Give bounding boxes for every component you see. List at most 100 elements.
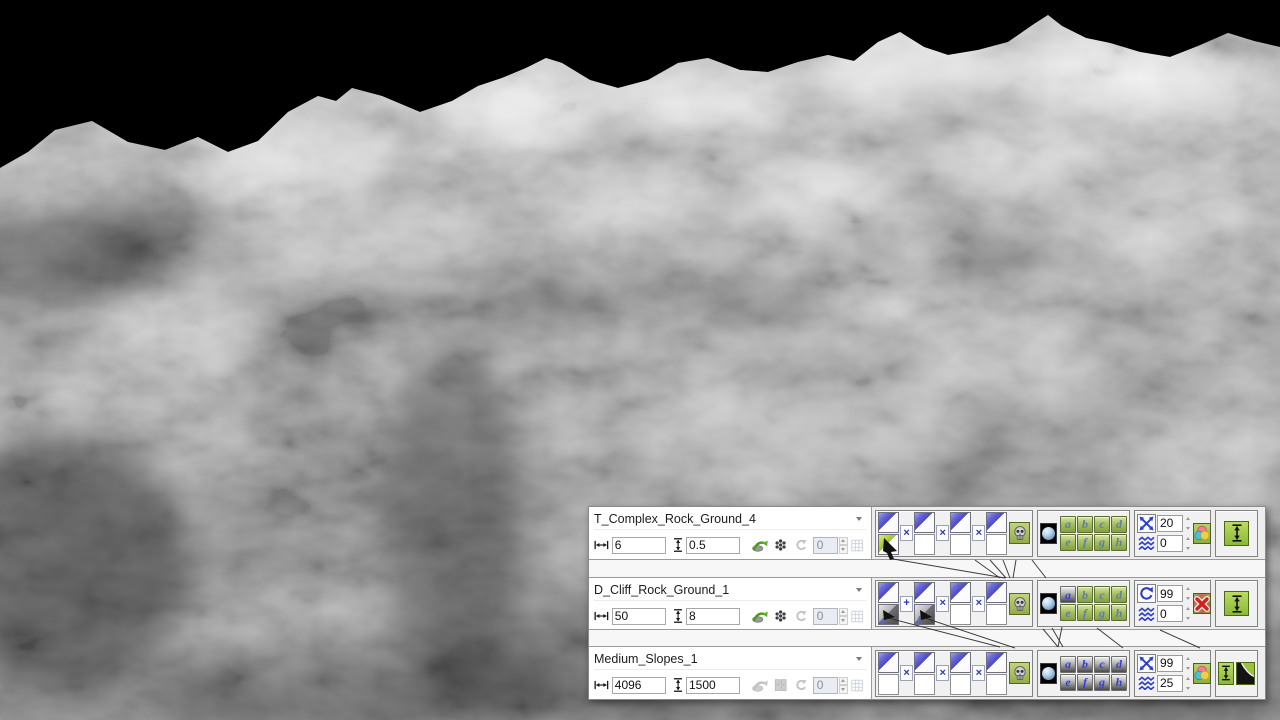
shuffle-arrows-icon[interactable] (1137, 654, 1156, 673)
texture-slot-2[interactable] (914, 512, 935, 555)
spin-down-button[interactable] (839, 545, 848, 554)
texture-slot-4[interactable] (986, 512, 1007, 555)
channel-e-button[interactable]: e (1060, 534, 1076, 551)
channel-d-button[interactable]: d (1111, 516, 1127, 533)
cluster-dots-icon[interactable] (774, 537, 787, 553)
channel-f-button[interactable]: f (1077, 674, 1093, 691)
channel-d-button[interactable]: d (1111, 656, 1127, 673)
rgb-circles-button[interactable] (1193, 523, 1211, 544)
chevron-down-icon[interactable] (856, 517, 862, 521)
remove-slot-button[interactable]: × (972, 525, 985, 541)
channel-e-button[interactable]: e (1060, 604, 1076, 621)
waves-icon[interactable] (1137, 534, 1156, 553)
undo-icon[interactable] (794, 609, 807, 623)
remove-slot-button[interactable]: × (936, 665, 949, 681)
remove-slot-button[interactable]: × (900, 665, 913, 681)
undo-icon[interactable] (794, 678, 807, 692)
flow-value-input[interactable] (1157, 535, 1183, 552)
height-input[interactable] (686, 608, 740, 625)
texture-slot-2[interactable]: f (914, 582, 935, 625)
mini-spinner[interactable] (1184, 585, 1191, 602)
flow-value-input[interactable] (1157, 675, 1183, 692)
skull-mask-button[interactable] (1009, 662, 1030, 684)
texture-slot-3[interactable] (950, 512, 971, 555)
texture-slot-4[interactable] (986, 652, 1007, 695)
cluster-dots-icon[interactable] (774, 608, 787, 624)
mini-spinner[interactable] (1184, 535, 1191, 552)
spin-up-button[interactable] (839, 608, 848, 617)
chevron-down-icon[interactable] (856, 657, 862, 661)
channel-c-button[interactable]: c (1094, 516, 1110, 533)
texture-slot-1[interactable]: e (878, 582, 899, 625)
waves-icon[interactable] (1137, 604, 1156, 623)
mini-spinner[interactable] (1184, 655, 1191, 672)
channel-g-button[interactable]: g (1094, 674, 1110, 691)
height-input[interactable] (686, 537, 740, 554)
channel-c-button[interactable]: c (1094, 586, 1110, 603)
height-range-button[interactable] (1224, 591, 1249, 616)
texture-slot-1[interactable] (878, 512, 899, 555)
iterations-input[interactable] (813, 608, 838, 625)
channel-e-button[interactable]: e (1060, 674, 1076, 691)
blend-value-input[interactable] (1157, 515, 1183, 532)
channel-b-button[interactable]: b (1077, 656, 1093, 673)
channel-d-button[interactable]: d (1111, 586, 1127, 603)
chevron-down-icon[interactable] (856, 588, 862, 592)
channel-g-button[interactable]: g (1094, 604, 1110, 621)
channel-a-button[interactable]: a (1060, 516, 1076, 533)
refresh-arrows-icon[interactable] (1137, 584, 1156, 603)
mini-spinner[interactable] (1184, 515, 1191, 532)
width-input[interactable] (612, 537, 666, 554)
skull-mask-button[interactable] (1009, 593, 1030, 615)
channel-g-button[interactable]: g (1094, 534, 1110, 551)
flow-value-input[interactable] (1157, 605, 1183, 622)
spin-up-button[interactable] (839, 537, 848, 546)
remove-slot-button[interactable]: × (936, 525, 949, 541)
channel-h-button[interactable]: h (1111, 604, 1127, 621)
falloff-curve-button[interactable] (1236, 662, 1255, 685)
skull-mask-button[interactable] (1009, 522, 1030, 544)
blend-value-input[interactable] (1157, 585, 1183, 602)
channel-c-button[interactable]: c (1094, 656, 1110, 673)
width-input[interactable] (612, 608, 666, 625)
layer-name-select[interactable]: T_Complex_Rock_Ground_4 (594, 512, 756, 526)
red-x-button[interactable] (1193, 593, 1211, 614)
remove-slot-button[interactable]: × (972, 596, 985, 612)
preview-sphere[interactable] (1040, 593, 1057, 614)
texture-slot-3[interactable] (950, 652, 971, 695)
rgb-circles-button[interactable] (1193, 663, 1211, 684)
iterations-input[interactable] (813, 537, 838, 554)
mini-spinner[interactable] (1184, 675, 1191, 692)
mini-spinner[interactable] (1184, 605, 1191, 622)
channel-a-button[interactable]: a (1060, 656, 1076, 673)
erosion-brush-icon[interactable] (752, 608, 768, 624)
channel-f-button[interactable]: f (1077, 534, 1093, 551)
remove-slot-button[interactable]: × (936, 596, 949, 612)
spin-down-button[interactable] (839, 685, 848, 694)
grid-icon[interactable] (851, 609, 863, 624)
height-input[interactable] (686, 677, 740, 694)
texture-slot-4[interactable] (986, 582, 1007, 625)
texture-slot-2[interactable] (914, 652, 935, 695)
undo-icon[interactable] (794, 538, 807, 552)
channel-f-button[interactable]: f (1077, 604, 1093, 621)
iterations-input[interactable] (813, 677, 838, 694)
width-input[interactable] (612, 677, 666, 694)
channel-b-button[interactable]: b (1077, 516, 1093, 533)
grid-icon[interactable] (851, 678, 863, 693)
channel-h-button[interactable]: h (1111, 534, 1127, 551)
preview-sphere[interactable] (1040, 663, 1057, 684)
spin-down-button[interactable] (839, 616, 848, 625)
remove-slot-button[interactable]: × (900, 525, 913, 541)
height-range-button[interactable] (1224, 521, 1249, 546)
layer-name-select[interactable]: D_Cliff_Rock_Ground_1 (594, 583, 729, 597)
erosion-brush-icon[interactable] (752, 537, 768, 553)
add-slot-button[interactable]: + (900, 596, 913, 612)
remove-slot-button[interactable]: × (972, 665, 985, 681)
layer-name-select[interactable]: Medium_Slopes_1 (594, 652, 698, 666)
grid-icon[interactable] (851, 538, 863, 553)
texture-slot-3[interactable] (950, 582, 971, 625)
blend-value-input[interactable] (1157, 655, 1183, 672)
texture-slot-1[interactable] (878, 652, 899, 695)
spin-up-button[interactable] (839, 677, 848, 686)
